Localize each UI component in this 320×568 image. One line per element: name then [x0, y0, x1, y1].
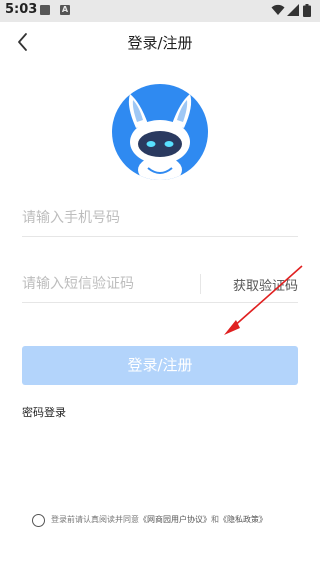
signal-icon: [287, 4, 299, 16]
image-notification-icon: [40, 5, 50, 15]
login-register-button[interactable]: 登录/注册: [22, 346, 298, 385]
status-time: 5:03: [5, 2, 38, 17]
user-agreement-link[interactable]: 《网商园用户协议》: [139, 515, 211, 524]
wifi-icon: [271, 4, 285, 15]
sms-code-input[interactable]: [22, 266, 192, 302]
a-notification-icon: A: [60, 5, 70, 15]
robot-rabbit-avatar: [112, 84, 208, 180]
sms-code-field: 获取验证码: [22, 266, 298, 303]
password-login-link[interactable]: 密码登录: [22, 404, 66, 420]
page-title: 登录/注册: [127, 34, 193, 52]
agree-radio-button[interactable]: [32, 514, 45, 527]
agreement-conjunction: 和: [211, 515, 219, 524]
battery-icon: [303, 4, 311, 17]
phone-field: [22, 200, 298, 237]
agreement-prefix: 登录前请认真阅读并同意: [51, 515, 139, 524]
get-code-button[interactable]: 获取验证码: [233, 275, 298, 294]
status-bar: 5:03 A: [0, 0, 320, 22]
phone-input[interactable]: [22, 200, 298, 236]
agreement-text: 登录前请认真阅读并同意《网商园用户协议》和《隐私政策》: [51, 514, 267, 525]
agreement-row: 登录前请认真阅读并同意《网商园用户协议》和《隐私政策》: [32, 512, 312, 528]
privacy-policy-link[interactable]: 《隐私政策》: [219, 515, 267, 524]
field-divider: [200, 274, 201, 294]
